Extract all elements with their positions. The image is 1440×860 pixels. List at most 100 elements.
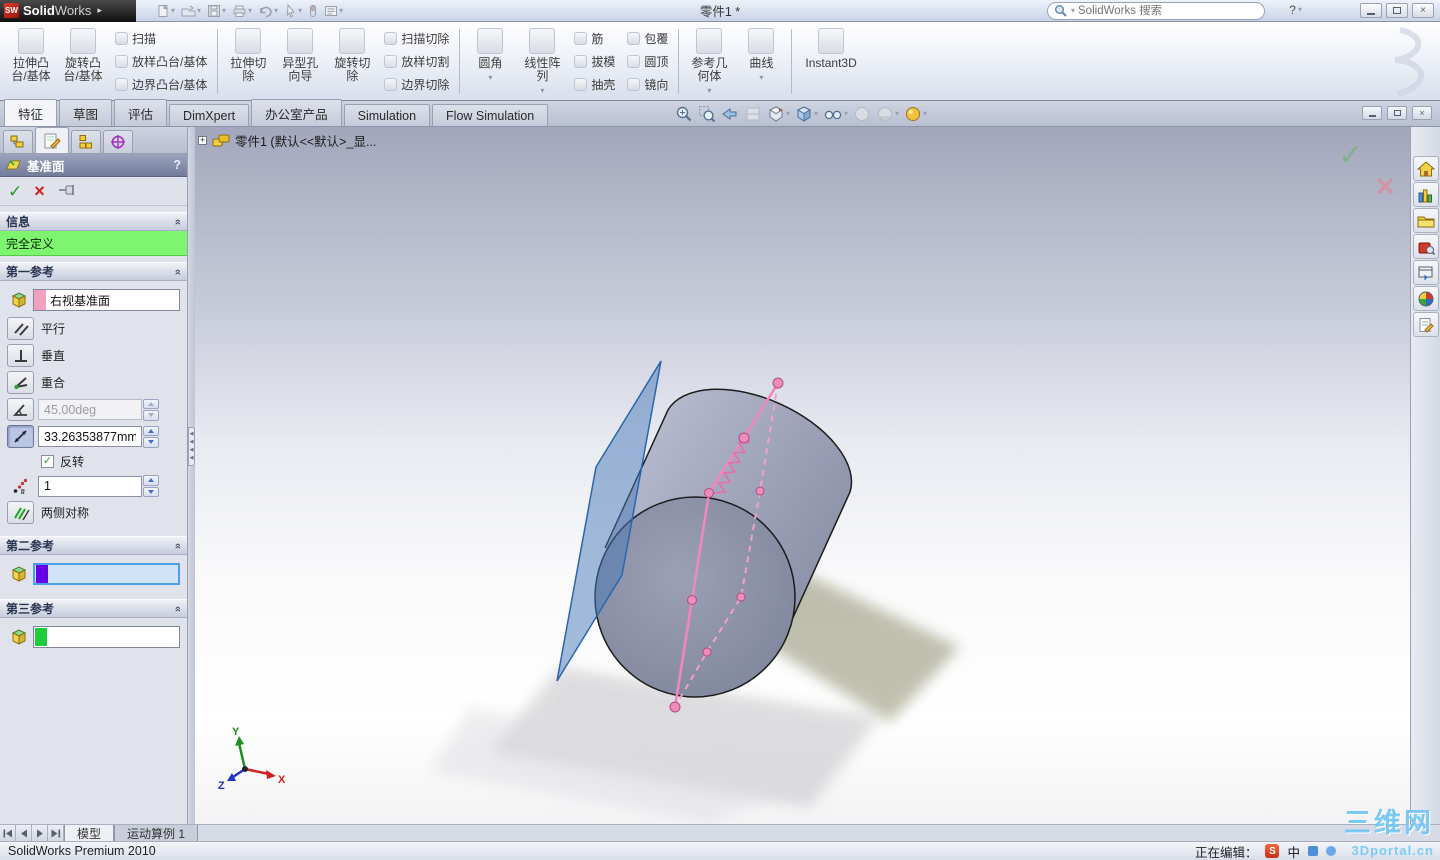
doc-close-button[interactable]: × xyxy=(1412,106,1432,120)
feature-tree-flyout[interactable]: + 零件1 (默认<<默认>_显... xyxy=(198,131,376,150)
tab-office-products[interactable]: 办公室产品 xyxy=(251,99,342,126)
undo-button[interactable]: ▾ xyxy=(256,3,280,19)
view-orientation-button[interactable]: ▾ xyxy=(766,104,791,124)
dimxpert-manager-tab[interactable] xyxy=(103,130,133,153)
draft-button[interactable]: 拔模 xyxy=(571,52,618,71)
plane-count-input[interactable] xyxy=(38,475,142,497)
appearances-scenes-button[interactable] xyxy=(1412,286,1439,311)
distance-button[interactable] xyxy=(7,425,34,448)
swept-boss-button[interactable]: 扫描 xyxy=(112,29,210,48)
revolved-boss-button[interactable]: 旋转凸台/基体 xyxy=(58,25,108,98)
pm-cancel-button[interactable]: × xyxy=(34,182,45,200)
tab-flow-simulation[interactable]: Flow Simulation xyxy=(432,104,549,126)
lofted-boss-button[interactable]: 放样凸台/基体 xyxy=(112,52,210,71)
mirror-button[interactable]: 镜向 xyxy=(624,75,671,94)
curves-button[interactable]: 曲线 ▾ xyxy=(736,25,786,98)
boundary-cut-button[interactable]: 边界切除 xyxy=(381,75,452,94)
boundary-boss-button[interactable]: 边界凸台/基体 xyxy=(112,75,210,94)
tab-evaluate[interactable]: 评估 xyxy=(114,99,168,126)
extruded-cut-button[interactable]: 拉伸切除 xyxy=(223,25,273,98)
section-view-button[interactable] xyxy=(743,104,763,124)
distance-spinner[interactable] xyxy=(143,425,159,448)
feature-manager-tab[interactable] xyxy=(3,130,33,153)
restore-button[interactable] xyxy=(1386,3,1408,18)
doc-restore-button[interactable] xyxy=(1387,106,1407,120)
first-reference-group-header[interactable]: 第一参考 » xyxy=(0,262,187,281)
search-box[interactable]: ▾ xyxy=(1047,2,1265,20)
view-palette-button[interactable] xyxy=(1412,260,1439,285)
graphics-viewport[interactable]: ✓ × Y X Z + 零件1 (默认<<默认>_显... xyxy=(190,127,1410,824)
expand-plus-icon[interactable]: + xyxy=(198,136,207,145)
confirm-ok-mark[interactable]: ✓ xyxy=(1338,139,1363,172)
angle-spinner[interactable] xyxy=(143,398,159,421)
custom-properties-button[interactable] xyxy=(1412,312,1439,337)
solidworks-resources-button[interactable] xyxy=(1412,156,1439,181)
linear-pattern-button[interactable]: 线性阵列 ▾ xyxy=(517,25,567,98)
view-settings-button[interactable]: ▾ xyxy=(903,104,928,124)
third-reference-group-header[interactable]: 第三参考 » xyxy=(0,599,187,618)
second-reference-group-header[interactable]: 第二参考 » xyxy=(0,536,187,555)
zoom-fit-button[interactable] xyxy=(674,104,694,124)
close-button[interactable]: × xyxy=(1412,3,1434,18)
property-manager-tab[interactable] xyxy=(35,127,69,153)
reference-geometry-button[interactable]: 参考几何体 ▾ xyxy=(684,25,734,98)
first-reference-selection-box[interactable]: 右视基准面 xyxy=(33,289,180,311)
fillet-button[interactable]: 圆角 ▾ xyxy=(465,25,515,98)
search-caret-icon[interactable]: ▾ xyxy=(1071,7,1075,15)
motion-study-tab[interactable]: 运动算例 1 xyxy=(114,825,199,841)
doc-minimize-button[interactable] xyxy=(1362,106,1382,120)
pm-help-button[interactable]: ? xyxy=(173,158,181,172)
new-document-button[interactable]: ▾ xyxy=(154,3,177,19)
splitter-collapse-handle[interactable]: ◀ ◀ ◀ ◀ xyxy=(188,427,195,466)
swept-cut-button[interactable]: 扫描切除 xyxy=(381,29,452,48)
panel-splitter[interactable]: ◀ ◀ ◀ ◀ xyxy=(188,127,195,824)
revolved-cut-button[interactable]: 旋转切除 xyxy=(327,25,377,98)
select-button[interactable]: ▾ xyxy=(282,3,304,19)
nav-next-button[interactable] xyxy=(32,825,48,841)
model-tab[interactable]: 模型 xyxy=(64,825,115,841)
wrap-button[interactable]: 包覆 xyxy=(624,29,671,48)
second-reference-selection-box[interactable] xyxy=(33,563,180,585)
perpendicular-button[interactable] xyxy=(7,344,34,367)
help-button[interactable]: ? ▾ xyxy=(1289,3,1302,17)
tab-simulation[interactable]: Simulation xyxy=(343,104,431,126)
nav-last-button[interactable] xyxy=(48,825,64,841)
apply-scene-button[interactable]: ▾ xyxy=(875,104,900,124)
nav-first-button[interactable] xyxy=(0,825,16,841)
zoom-area-button[interactable] xyxy=(697,104,717,124)
distance-input[interactable] xyxy=(38,426,142,447)
hole-wizard-button[interactable]: 异型孔向导 xyxy=(275,25,325,98)
search-input[interactable] xyxy=(1078,5,1258,17)
search-toolbox-button[interactable] xyxy=(1412,234,1439,259)
tab-sketch[interactable]: 草图 xyxy=(59,99,113,126)
display-style-button[interactable]: ▾ xyxy=(794,104,819,124)
print-button[interactable]: ▾ xyxy=(230,3,254,19)
ime-language-indicator[interactable]: 中 xyxy=(1287,842,1300,860)
rib-button[interactable]: 筋 xyxy=(571,29,618,48)
minimize-button[interactable] xyxy=(1360,3,1382,18)
ime-tool-icon[interactable] xyxy=(1326,846,1336,856)
shell-button[interactable]: 抽壳 xyxy=(571,75,618,94)
instant3d-button[interactable]: Instant3D xyxy=(797,25,864,98)
angle-button[interactable] xyxy=(7,398,34,421)
extruded-boss-button[interactable]: 拉伸凸台/基体 xyxy=(6,25,56,98)
tab-features[interactable]: 特征 xyxy=(4,99,58,126)
configuration-manager-tab[interactable] xyxy=(71,130,101,153)
ime-tool-icon[interactable] xyxy=(1308,846,1318,856)
options-button[interactable]: ▾ xyxy=(322,3,345,19)
dome-button[interactable]: 圆顶 xyxy=(624,52,671,71)
menu-expand-arrow-icon[interactable]: ▸ xyxy=(97,5,102,16)
pm-pin-button[interactable] xyxy=(57,183,77,199)
tab-dimxpert[interactable]: DimXpert xyxy=(169,104,250,126)
coincident-button[interactable] xyxy=(7,371,34,394)
pm-ok-button[interactable]: ✓ xyxy=(8,183,22,200)
file-explorer-button[interactable] xyxy=(1412,208,1439,233)
parallel-button[interactable] xyxy=(7,317,34,340)
open-button[interactable]: ▾ xyxy=(179,3,203,19)
edit-appearance-button[interactable] xyxy=(852,104,872,124)
design-library-button[interactable] xyxy=(1412,182,1439,207)
nav-prev-button[interactable] xyxy=(16,825,32,841)
flip-checkbox[interactable]: ✓ xyxy=(41,455,54,468)
plane-count-spinner[interactable] xyxy=(143,475,159,497)
measure-button[interactable] xyxy=(306,3,320,19)
